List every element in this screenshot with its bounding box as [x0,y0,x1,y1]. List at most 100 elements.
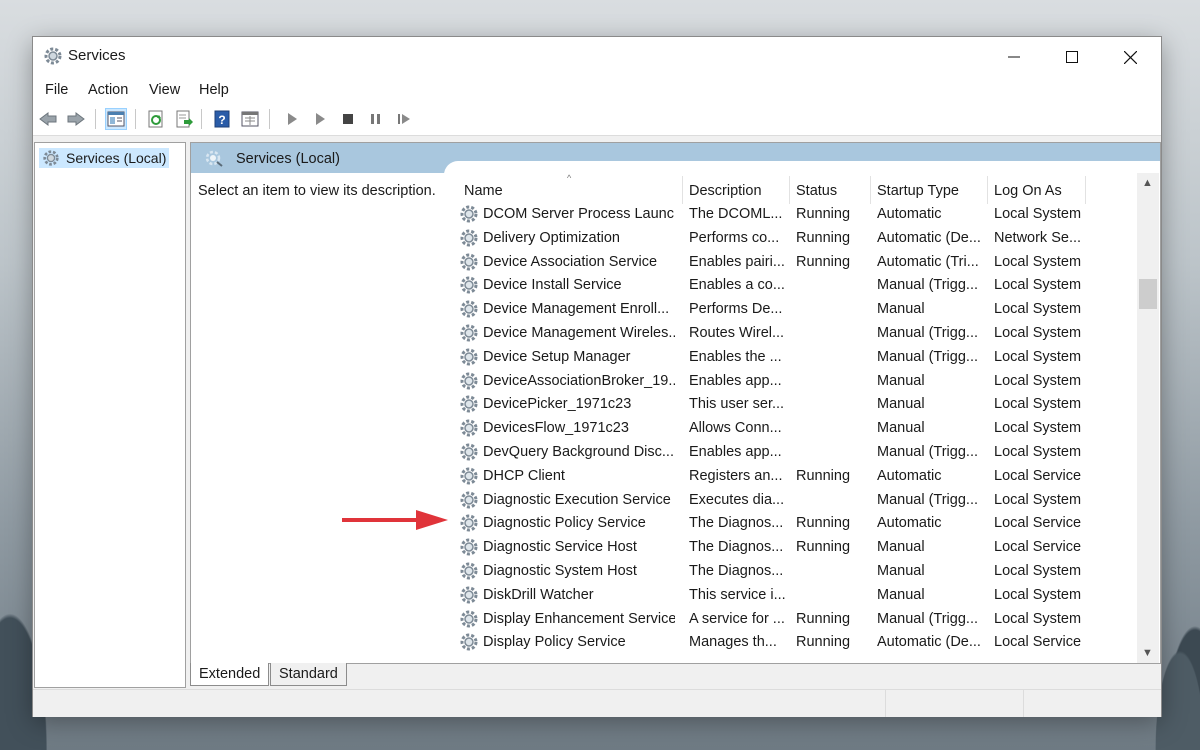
column-header-description[interactable]: Description [689,183,762,199]
minimize-button[interactable] [985,37,1043,77]
tree-node-services-local[interactable]: Services (Local) [39,148,170,168]
back-button[interactable] [37,108,59,130]
table-row[interactable]: Device Install Service Enables a co... Man… [459,274,1139,298]
cell-description: Routes Wirel... [689,325,785,341]
table-row[interactable]: Device Association Service Enables pairi.… [459,251,1139,275]
cell-log-on-as: Local System [994,206,1082,222]
column-header-name[interactable]: Name [464,183,503,199]
cell-description: Enables app... [689,372,782,389]
menu-help[interactable]: Help [199,82,229,98]
table-row[interactable]: DevicesFlow_1971c23 Allows Conn... Manual L… [459,417,1139,441]
start-service-button[interactable] [281,108,303,130]
table-row[interactable]: Diagnostic System Host The Diagnos... Manu… [459,560,1139,584]
tab-extended[interactable]: Extended [190,663,270,686]
cell-log-on-as: Local Service [994,539,1082,556]
cell-startup-type: Automatic [877,467,942,484]
table-row[interactable]: DCOM Server Process Launc... The DCOML...… [459,203,1139,227]
service-gear-icon [460,205,478,223]
cell-log-on-as: Local System [994,325,1082,341]
cell-description: The DCOML... [689,206,783,222]
start-service-alt-button[interactable] [309,108,331,130]
restart-service-button[interactable] [393,108,415,130]
cell-name: Diagnostic Policy Service [483,515,646,532]
table-row[interactable]: Diagnostic Service Host The Diagnos... Run… [459,536,1139,560]
export-list-icon [176,110,193,128]
description-prompt: Select an item to view its description. [198,183,436,199]
table-row[interactable]: DevQuery Background Disc... Enables app..… [459,441,1139,465]
service-gear-icon [460,419,478,437]
cell-startup-type: Manual [877,372,925,389]
service-gear-icon [460,300,478,318]
column-divider [1085,176,1086,204]
tab-standard[interactable]: Standard [270,663,347,686]
cell-name: Device Management Enroll... [483,301,670,318]
service-gear-icon [460,229,478,247]
restart-service-icon [398,114,410,124]
cell-startup-type: Manual [877,563,925,579]
stop-service-button[interactable] [337,108,359,130]
column-divider [789,176,790,204]
vertical-scrollbar[interactable]: ▲ ▼ [1137,173,1159,663]
table-row[interactable]: Device Setup Manager Enables the ... Manua… [459,346,1139,370]
cell-description: Executes dia... [689,491,785,508]
cell-name: Diagnostic Execution Service [483,491,671,508]
maximize-button[interactable] [1043,37,1101,77]
export-list-button[interactable] [173,108,195,130]
scrollbar-thumb[interactable] [1139,279,1157,309]
services-details-pane: Services (Local) Select an item to view … [190,142,1161,664]
cell-description: The Diagnos... [689,515,784,532]
service-gear-icon [460,276,478,294]
cell-startup-type: Manual (Trigg... [877,277,978,294]
table-row[interactable]: Delivery Optimization Performs co... Runni… [459,227,1139,251]
cell-description: Allows Conn... [689,420,782,437]
table-row[interactable]: Diagnostic Execution Service Executes dia… [459,489,1139,513]
scroll-down-icon[interactable]: ▼ [1142,647,1153,659]
cell-log-on-as: Local System [994,277,1082,294]
menu-file[interactable]: File [45,82,68,98]
cell-description: The Diagnos... [689,539,784,556]
column-header-status[interactable]: Status [796,183,837,199]
refresh-button[interactable] [145,108,167,130]
table-row[interactable]: Display Enhancement Service A service for… [459,608,1139,632]
cell-name: DCOM Server Process Launc... [483,206,675,222]
cell-log-on-as: Local System [994,396,1082,413]
cell-log-on-as: Local System [994,420,1082,437]
magnifier-gear-icon [205,150,223,167]
column-header-log-on-as[interactable]: Log On As [994,183,1062,199]
service-gear-icon [460,467,478,485]
menu-view[interactable]: View [149,82,180,98]
table-row[interactable]: DeviceAssociationBroker_19... Enables app… [459,370,1139,394]
title-bar: Services [33,37,1161,77]
cell-name: Diagnostic System Host [483,563,637,579]
service-gear-icon [460,633,478,651]
close-button[interactable] [1101,37,1159,77]
toolbar-separator [269,109,270,129]
table-row[interactable]: Device Management Wireles... Routes Wirel… [459,322,1139,346]
back-arrow-icon [39,112,57,126]
cell-name: DevicePicker_1971c23 [483,396,632,413]
table-row[interactable]: Device Management Enroll... Performs De..… [459,298,1139,322]
cell-log-on-as: Local System [994,586,1082,603]
help-button[interactable]: ? [211,108,233,130]
pause-service-button[interactable] [365,108,387,130]
scroll-up-icon[interactable]: ▲ [1142,177,1153,189]
menu-action[interactable]: Action [88,82,128,98]
table-row[interactable]: DHCP Client Registers an... Running Automat… [459,465,1139,489]
toolbar-separator [95,109,96,129]
cell-log-on-as: Local System [994,253,1082,270]
column-header-startup-type[interactable]: Startup Type [877,183,959,199]
show-hide-tree-button[interactable] [105,108,127,130]
properties-button[interactable] [239,108,261,130]
start-service-alt-icon [316,113,325,125]
table-row[interactable]: Diagnostic Policy Service The Diagnos... R… [459,512,1139,536]
table-row[interactable]: DiskDrill Watcher This service i... Manual… [459,584,1139,608]
cell-startup-type: Manual [877,420,925,437]
table-row[interactable]: DevicePicker_1971c23 This user ser... Manu… [459,393,1139,417]
service-gear-icon [460,324,478,342]
cell-log-on-as: Local Service [994,467,1082,484]
service-gear-icon [460,610,478,628]
table-row[interactable]: Display Policy Service Manages th... Runni… [459,631,1139,655]
cell-startup-type: Manual (Trigg... [877,325,978,341]
cell-log-on-as: Local System [994,372,1082,389]
forward-button[interactable] [65,108,87,130]
